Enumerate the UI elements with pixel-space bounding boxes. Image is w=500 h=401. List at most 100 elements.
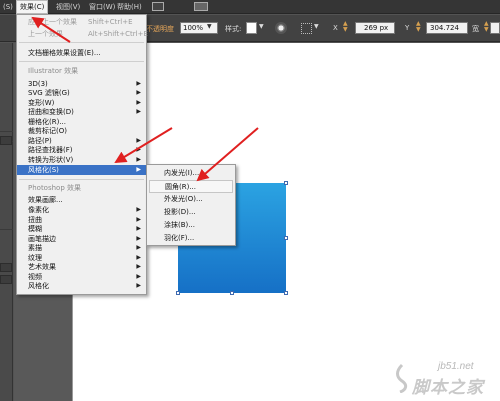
menu-item-label: 路径查找器(F) bbox=[28, 146, 73, 154]
submenu-arrow-icon: ▶ bbox=[136, 166, 141, 173]
menu-item-stylize[interactable]: 风格化(S) ▶ bbox=[17, 165, 146, 175]
menu-item-label: 3D(3) bbox=[28, 80, 48, 88]
submenu-arrow-icon: ▶ bbox=[136, 206, 141, 213]
opacity-dropdown-icon[interactable]: ▼ bbox=[207, 23, 212, 30]
menu-item-label: 扭曲和变换(D) bbox=[28, 108, 74, 116]
x-field[interactable]: 269 px bbox=[355, 22, 395, 34]
opacity-field[interactable]: 100% bbox=[180, 22, 218, 34]
selection-handle[interactable] bbox=[176, 291, 180, 295]
submenu-item-scribble[interactable]: 涂抹(B)... bbox=[147, 219, 235, 232]
watermark-site: jb51.net bbox=[438, 361, 474, 372]
menu-item-label: 画笔描边 bbox=[28, 235, 56, 243]
menu-view[interactable]: 视图(V) bbox=[53, 1, 83, 13]
effect-menu: 应用上一个效果 Shift+Ctrl+E 上一个效果 Alt+Shift+Ctr… bbox=[16, 14, 148, 295]
selection-handle[interactable] bbox=[284, 291, 288, 295]
menu-item-shortcut: Alt+Shift+Ctrl+E bbox=[88, 30, 148, 38]
width-label: 宽 bbox=[472, 25, 479, 33]
y-spinner-icon[interactable]: ▲ ▼ bbox=[416, 21, 421, 33]
menu-item-convert-to-shape[interactable]: 转换为形状(V) ▶ bbox=[17, 155, 146, 165]
menu-item-sketch[interactable]: 素描 ▶ bbox=[17, 243, 146, 253]
style-label: 样式: bbox=[225, 24, 241, 34]
menu-item-artistic[interactable]: 艺术效果 ▶ bbox=[17, 262, 146, 272]
menu-item-label: 模糊 bbox=[28, 225, 42, 233]
x-spinner-icon[interactable]: ▲ ▼ bbox=[343, 21, 348, 33]
submenu-arrow-icon: ▶ bbox=[136, 108, 141, 115]
align-dropdown-icon[interactable]: ▼ bbox=[314, 23, 319, 30]
menu-separator bbox=[19, 61, 144, 62]
menu-item-pathfinder[interactable]: 路径查找器(F) ▶ bbox=[17, 145, 146, 155]
menu-item-label: 栅格化(R)... bbox=[28, 118, 67, 126]
opacity-label: 不透明度 bbox=[146, 25, 174, 33]
submenu-item-outer-glow[interactable]: 外发光(O)... bbox=[147, 193, 235, 206]
menu-item-label: 上一个效果 bbox=[28, 30, 63, 38]
menu-item-label: 素描 bbox=[28, 244, 42, 252]
style-dropdown-icon[interactable]: ▼ bbox=[259, 23, 264, 30]
menu-item-label: 裁剪标记(O) bbox=[28, 127, 67, 135]
section-illustrator-effects: Illustrator 效果 bbox=[28, 67, 79, 75]
stylize-submenu: 内发光(I)... 圆角(R)... 外发光(O)... 投影(D)... 涂抹… bbox=[146, 164, 236, 246]
menu-item-label: 扭曲 bbox=[28, 216, 42, 224]
menu-item-shortcut: Shift+Ctrl+E bbox=[88, 18, 133, 26]
submenu-arrow-icon: ▶ bbox=[136, 225, 141, 232]
x-label: X bbox=[333, 24, 338, 32]
width-spinner-icon[interactable]: ▲ ▼ bbox=[484, 21, 489, 33]
menu-separator bbox=[19, 179, 144, 180]
menu-help[interactable]: 帮助(H) bbox=[114, 1, 145, 13]
submenu-item-feather[interactable]: 羽化(F)... bbox=[147, 232, 235, 245]
submenu-arrow-icon: ▶ bbox=[136, 282, 141, 289]
selection-handle[interactable] bbox=[230, 291, 234, 295]
menu-item-label: 艺术效果 bbox=[28, 263, 56, 271]
arrange-documents-icon[interactable] bbox=[152, 2, 164, 11]
menu-item-label: 应用上一个效果 bbox=[28, 18, 77, 26]
menu-item-label: SVG 滤镜(G) bbox=[28, 89, 70, 97]
menu-item-last-effect[interactable]: 上一个效果 Alt+Shift+Ctrl+E bbox=[17, 29, 148, 39]
menu-item-effect-gallery[interactable]: 效果画廊... bbox=[17, 195, 146, 205]
menu-item-blur[interactable]: 模糊 ▶ bbox=[17, 224, 146, 234]
style-swatch[interactable] bbox=[246, 22, 257, 34]
menu-item-raster-settings[interactable]: 文档栅格效果设置(E)... bbox=[17, 48, 146, 58]
menu-item-label: 路径(P) bbox=[28, 137, 52, 145]
menu-item-distort-transform[interactable]: 扭曲和变换(D) ▶ bbox=[17, 107, 146, 117]
menu-item-crop-marks[interactable]: 裁剪标记(O) bbox=[17, 126, 146, 136]
watermark-logo-icon bbox=[396, 363, 408, 393]
watermark-brand: 脚本之家 bbox=[412, 378, 484, 398]
panel-divider bbox=[0, 229, 13, 230]
recolor-artwork-icon[interactable] bbox=[275, 22, 287, 34]
y-label: Y bbox=[405, 24, 410, 32]
menu-item-label: 风格化 bbox=[28, 282, 49, 290]
panel-divider bbox=[0, 131, 13, 132]
menu-item-label: 视频 bbox=[28, 273, 42, 281]
y-field[interactable]: 304.724 bbox=[426, 22, 468, 34]
selection-handle[interactable] bbox=[284, 181, 288, 185]
panel-tab[interactable] bbox=[0, 275, 12, 284]
submenu-item-inner-glow[interactable]: 内发光(I)... bbox=[147, 167, 235, 180]
panel-tab[interactable] bbox=[0, 136, 12, 145]
menu-item-apply-last-effect[interactable]: 应用上一个效果 Shift+Ctrl+E bbox=[17, 17, 146, 27]
submenu-item-round-corners[interactable]: 圆角(R)... bbox=[149, 180, 233, 193]
submenu-arrow-icon: ▶ bbox=[136, 146, 141, 153]
panel-tab[interactable] bbox=[0, 263, 12, 272]
selection-handle[interactable] bbox=[284, 236, 288, 240]
menu-item-label: 变形(W) bbox=[28, 99, 55, 107]
submenu-arrow-icon: ▶ bbox=[136, 89, 141, 96]
submenu-arrow-icon: ▶ bbox=[136, 156, 141, 163]
menu-item-pixelate[interactable]: 像素化 ▶ bbox=[17, 205, 146, 215]
section-photoshop-effects: Photoshop 效果 bbox=[28, 184, 82, 192]
menu-item-label: 纹理 bbox=[28, 254, 42, 262]
menu-item-stylize-photoshop[interactable]: 风格化 ▶ bbox=[17, 281, 146, 291]
submenu-item-drop-shadow[interactable]: 投影(D)... bbox=[147, 206, 235, 219]
width-field[interactable] bbox=[490, 22, 500, 34]
workspace-layout-icon[interactable] bbox=[194, 2, 208, 11]
align-icon[interactable] bbox=[301, 23, 312, 34]
menu-item-partial[interactable]: (S) bbox=[0, 1, 16, 13]
menu-item-label: 转换为形状(V) bbox=[28, 156, 74, 164]
submenu-arrow-icon: ▶ bbox=[136, 263, 141, 270]
menu-effect[interactable]: 效果(C) bbox=[16, 0, 49, 14]
menu-item-svg-filters[interactable]: SVG 滤镜(G) ▶ bbox=[17, 88, 146, 98]
menu-item-label: 像素化 bbox=[28, 206, 49, 214]
left-panel bbox=[0, 43, 13, 401]
menu-item-label: 风格化(S) bbox=[28, 166, 59, 174]
menu-bar: (S) 效果(C) 视图(V) 窗口(W) 帮助(H) bbox=[0, 0, 500, 14]
style-label-text: 样式 bbox=[225, 25, 239, 33]
style-label-colon: : bbox=[239, 25, 242, 33]
